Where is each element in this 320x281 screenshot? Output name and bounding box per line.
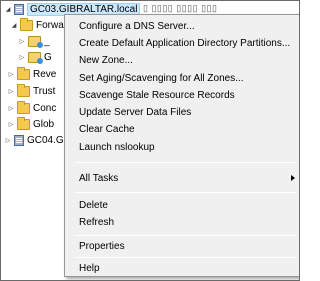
- expand-arrow-icon[interactable]: ▷: [7, 70, 15, 78]
- menu-separator: [75, 235, 296, 236]
- menu-item-delete[interactable]: Delete: [77, 197, 299, 213]
- expand-arrow-icon[interactable]: ▷: [7, 120, 15, 128]
- tree-node-second-server[interactable]: ▷ GC04.GIB: [4, 133, 73, 147]
- tree-node-reverse-zones[interactable]: ▷ Reve: [7, 66, 57, 81]
- menu-item-label: Configure a DNS Server...: [79, 20, 195, 32]
- menu-item-label: New Zone...: [79, 54, 133, 66]
- expand-arrow-icon[interactable]: ▷: [18, 37, 26, 45]
- menu-item-help[interactable]: Help: [77, 260, 299, 276]
- tree-node-zone-2[interactable]: ▷ G: [18, 50, 52, 64]
- tree-node-label: Conc: [33, 102, 57, 114]
- expand-arrow-icon[interactable]: ▷: [18, 53, 26, 61]
- menu-icon-gutter: [65, 15, 75, 276]
- menu-item-all-tasks[interactable]: All Tasks: [77, 170, 299, 186]
- zone-icon: [28, 35, 43, 48]
- menu-item-label: Update Server Data Files: [79, 106, 192, 118]
- server-icon: [14, 134, 24, 146]
- menu-item-label: Properties: [79, 240, 125, 252]
- menu-separator: [75, 192, 296, 193]
- expand-arrow-icon[interactable]: ▷: [7, 104, 15, 112]
- menu-item-label: Refresh: [79, 216, 115, 228]
- menu-item-label: Clear Cache: [79, 123, 135, 135]
- menu-item-label: All Tasks: [79, 172, 119, 184]
- server-icon: [14, 3, 24, 15]
- collapse-arrow-icon[interactable]: ◢: [4, 5, 12, 13]
- menu-item-update-server-data-files[interactable]: Update Server Data Files: [77, 104, 299, 120]
- expand-arrow-icon[interactable]: ▷: [7, 87, 15, 95]
- tree-node-trust-points[interactable]: ▷ Trust: [7, 83, 56, 98]
- folder-icon: [20, 17, 33, 31]
- tree-node-global-logs[interactable]: ▷ Glob: [7, 116, 55, 131]
- menu-item-label: Launch nslookup: [79, 141, 155, 153]
- tree-node-label: G: [44, 51, 52, 63]
- submenu-arrow-icon: [291, 175, 295, 181]
- menu-item-label: Create Default Application Directory Par…: [79, 37, 291, 49]
- menu-item-label: Set Aging/Scavenging for All Zones...: [79, 72, 244, 84]
- menu-item-label: Help: [79, 262, 100, 274]
- menu-item-label: Scavenge Stale Resource Records: [79, 89, 235, 101]
- tree-node-label: Trust: [33, 85, 56, 97]
- background-pane-text: ▯ ▯▯▯▯ ▯▯▯▯ ▯▯▯: [143, 3, 218, 13]
- menu-item-new-zone[interactable]: New Zone...: [77, 52, 299, 68]
- folder-icon: [17, 116, 30, 130]
- menu-item-scavenge-stale-records[interactable]: Scavenge Stale Resource Records: [77, 87, 299, 103]
- context-menu: Configure a DNS Server... Create Default…: [64, 14, 299, 277]
- tree-node-zone-1[interactable]: ▷ _: [18, 34, 50, 48]
- folder-icon: [17, 83, 30, 97]
- menu-item-create-default-partitions[interactable]: Create Default Application Directory Par…: [77, 35, 299, 51]
- tree-node-label: Forwa: [36, 19, 64, 31]
- dns-manager-window: ◢ GC03.GIBRALTAR.local ▯ ▯▯▯▯ ▯▯▯▯ ▯▯▯ ◢…: [0, 0, 300, 281]
- menu-item-properties[interactable]: Properties: [77, 238, 299, 254]
- tree-node-label: Reve: [33, 68, 57, 80]
- menu-item-label: Delete: [79, 199, 108, 211]
- folder-icon: [17, 66, 30, 80]
- menu-separator: [75, 162, 296, 163]
- menu-separator: [75, 257, 296, 258]
- tree-node-label: _: [44, 35, 50, 47]
- folder-icon: [17, 100, 30, 114]
- tree-node-forward-zones[interactable]: ◢ Forwa: [10, 17, 64, 32]
- menu-item-refresh[interactable]: Refresh: [77, 214, 299, 230]
- menu-item-set-aging-scavenging[interactable]: Set Aging/Scavenging for All Zones...: [77, 70, 299, 86]
- tree-node-label: Glob: [33, 118, 55, 130]
- expand-arrow-icon[interactable]: ▷: [4, 136, 12, 144]
- tree-node-conditional-forwarders[interactable]: ▷ Conc: [7, 100, 57, 115]
- menu-item-clear-cache[interactable]: Clear Cache: [77, 121, 299, 137]
- zone-icon: [28, 51, 43, 64]
- menu-item-configure-dns-server[interactable]: Configure a DNS Server...: [77, 18, 299, 34]
- menu-item-launch-nslookup[interactable]: Launch nslookup: [77, 139, 299, 155]
- collapse-arrow-icon[interactable]: ◢: [10, 21, 18, 29]
